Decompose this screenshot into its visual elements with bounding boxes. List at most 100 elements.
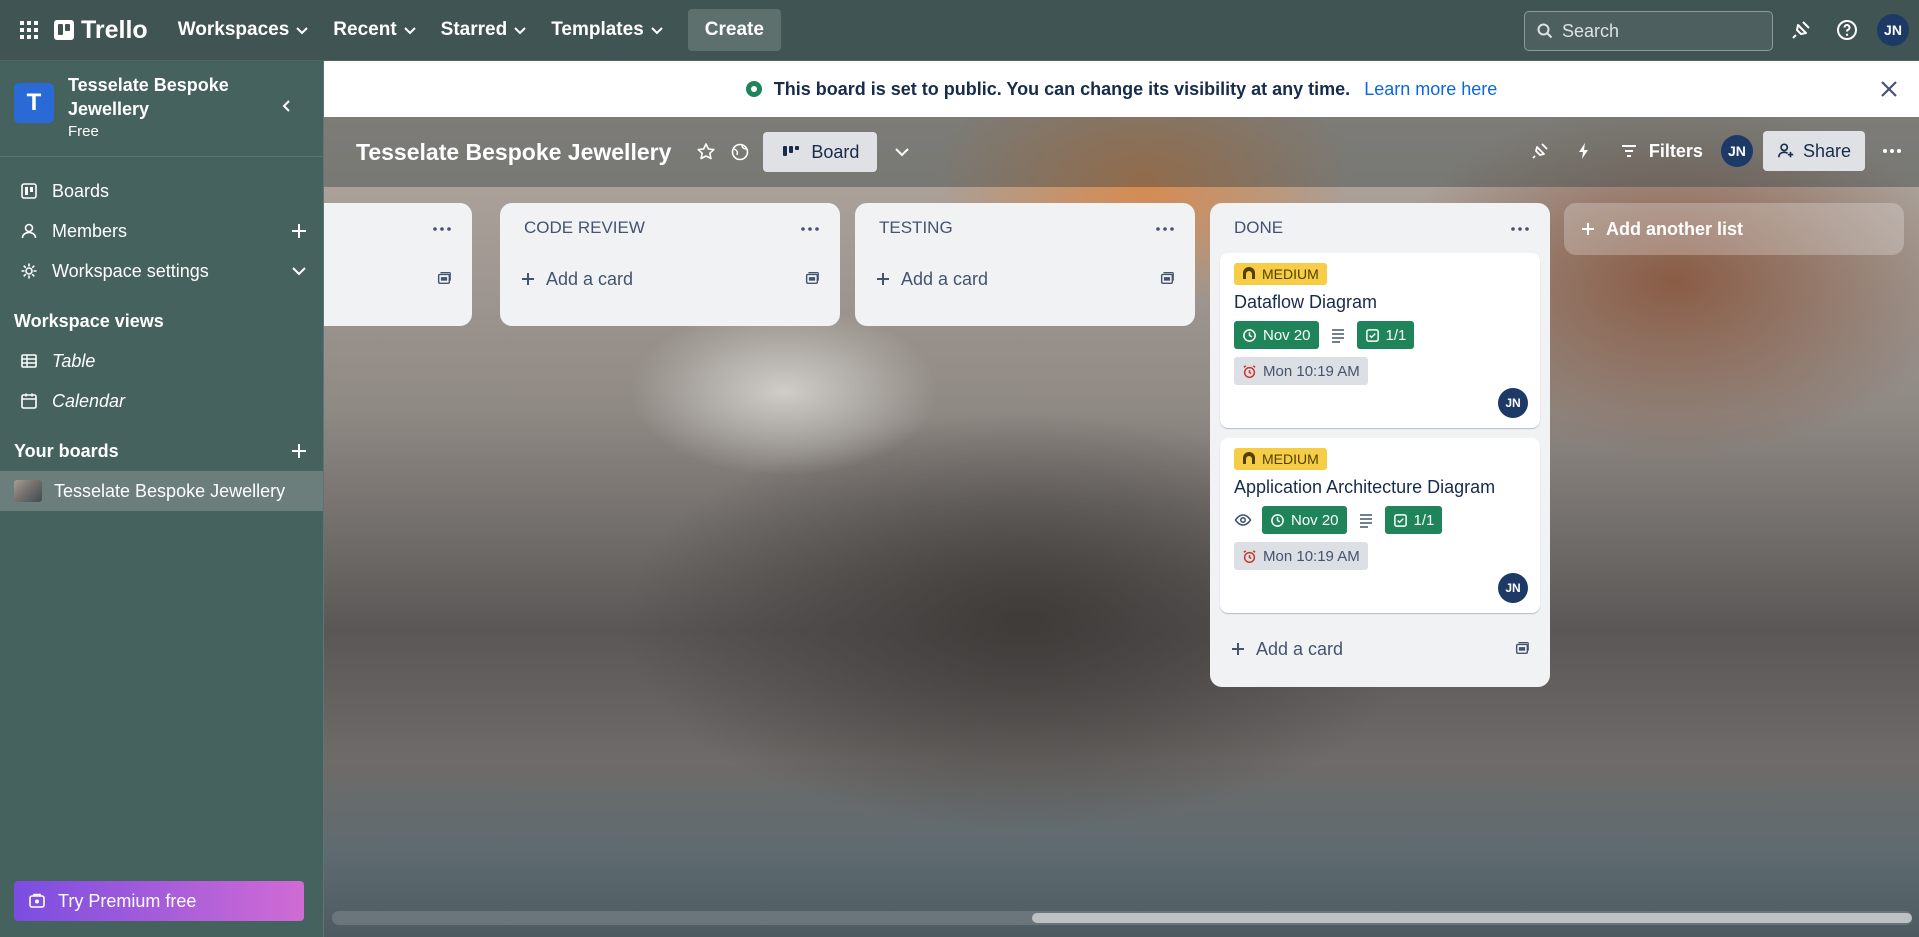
sidebar-item-boards[interactable]: Boards [0, 171, 323, 211]
horizontal-scrollbar[interactable] [332, 911, 1912, 925]
card-member-avatar[interactable]: JN [1498, 388, 1528, 418]
board-member-avatar[interactable]: JN [1720, 135, 1753, 167]
share-button[interactable]: Share [1762, 131, 1865, 171]
list-menu-icon[interactable] [1508, 217, 1532, 241]
description-icon [1331, 329, 1344, 343]
card-template-icon[interactable] [1159, 270, 1175, 286]
add-card-label: Add a card [546, 268, 634, 289]
automation-icon[interactable] [1567, 134, 1601, 168]
workspace-views-heading: Workspace views [14, 310, 164, 331]
add-another-list-button[interactable]: Add another list [1564, 203, 1904, 255]
list-menu-icon[interactable] [798, 217, 822, 241]
calendar-icon [21, 393, 37, 409]
learn-more-link[interactable]: Learn more here [1364, 79, 1497, 100]
menu-recent[interactable]: Recent [321, 11, 428, 49]
menu-starred[interactable]: Starred [429, 11, 540, 49]
card-template-icon[interactable] [436, 270, 452, 286]
card-template-icon[interactable] [804, 270, 820, 286]
help-icon[interactable] [1831, 14, 1863, 46]
checklist-icon [1365, 328, 1379, 342]
list-menu-icon[interactable] [1153, 217, 1177, 241]
board-view-button[interactable]: Board [763, 132, 878, 172]
board-view-icon [783, 146, 800, 156]
close-icon[interactable] [1877, 77, 1901, 101]
add-card-button[interactable]: Add a card [865, 253, 1185, 305]
board-view-label: Board [811, 141, 860, 162]
public-board-banner: This board is set to public. You can cha… [324, 61, 1919, 117]
search-icon [1537, 23, 1553, 39]
more-options-icon[interactable] [1875, 134, 1909, 168]
scrollbar-thumb[interactable] [1032, 913, 1912, 923]
plus-icon [1232, 643, 1244, 655]
filters-button[interactable]: Filters [1611, 141, 1711, 162]
chevron-down-icon [296, 27, 309, 35]
list-header[interactable]: TESTING [865, 203, 1185, 253]
add-person-icon [1777, 143, 1794, 158]
add-list-label: Add another list [1606, 218, 1744, 239]
chevron-down-icon [403, 27, 416, 35]
visibility-globe-icon[interactable] [723, 135, 757, 169]
chevron-down-icon[interactable] [289, 261, 309, 281]
alarm-clock-icon [1243, 364, 1256, 378]
add-member-icon[interactable] [289, 221, 309, 241]
workspace-name[interactable]: Tesselate Bespoke Jewellery [68, 73, 248, 121]
chevron-down-icon[interactable] [885, 135, 919, 169]
card-template-icon[interactable] [1514, 640, 1530, 656]
filter-icon [1621, 145, 1636, 157]
add-card-button[interactable]: Add a card [510, 253, 830, 305]
chevron-down-icon [651, 27, 663, 35]
card-title: Application Architecture Diagram [1234, 477, 1496, 497]
try-premium-button[interactable]: Try Premium free [14, 881, 304, 921]
list-menu-icon[interactable] [430, 217, 454, 241]
boards-icon [21, 183, 37, 199]
due-date-badge[interactable]: Nov 20 [1234, 321, 1319, 349]
add-card-button[interactable]: Add a card [1220, 623, 1540, 675]
priority-label[interactable]: MEDIUM [1234, 263, 1327, 285]
add-card-label: Add a card [901, 268, 989, 289]
sidebar-item-table[interactable]: Table [0, 341, 323, 381]
table-icon [21, 354, 37, 368]
board-canvas: This board is set to public. You can cha… [324, 61, 1919, 937]
search-input[interactable]: Search [1524, 11, 1773, 51]
add-board-icon[interactable] [289, 441, 309, 461]
workspace-plan: Free [68, 123, 99, 140]
add-card-button[interactable] [324, 253, 462, 305]
checklist-icon [1393, 513, 1407, 527]
board-title[interactable]: Tesselate Bespoke Jewellery [356, 139, 671, 166]
list-title: TESTING [879, 218, 953, 237]
priority-label[interactable]: MEDIUM [1234, 448, 1327, 470]
trello-logo[interactable]: Trello [54, 16, 148, 45]
due-date-badge[interactable]: Nov 20 [1262, 506, 1347, 534]
your-boards-heading: Your boards [0, 431, 323, 471]
priority-icon [1243, 267, 1255, 279]
menu-templates[interactable]: Templates [539, 11, 676, 49]
chevron-down-icon [514, 27, 526, 35]
list-code-review: CODE REVIEW Add a card [500, 203, 840, 326]
list-header[interactable]: DONE [1220, 203, 1540, 253]
list-done: DONE MEDIUM Dataflow Diagram Nov 20 1/1 [1210, 203, 1550, 687]
power-ups-icon[interactable] [1523, 134, 1557, 168]
collapse-sidebar-icon[interactable] [272, 91, 302, 121]
notifications-icon[interactable] [1785, 14, 1817, 46]
star-icon[interactable] [689, 135, 723, 169]
sidebar-item-members[interactable]: Members [0, 211, 323, 251]
card-application-architecture-diagram[interactable]: MEDIUM Application Architecture Diagram … [1220, 438, 1540, 613]
reminder-badge: Mon 10:19 AM [1234, 357, 1368, 385]
list-header[interactable]: CODE REVIEW [510, 203, 830, 253]
sidebar-item-label: Boards [52, 180, 110, 201]
sidebar-board-item[interactable]: Tesselate Bespoke Jewellery [0, 471, 323, 511]
your-boards-label: Your boards [14, 440, 119, 461]
card-title: Dataflow Diagram [1234, 292, 1378, 312]
plus-icon [1582, 223, 1594, 235]
card-member-avatar[interactable]: JN [1498, 573, 1528, 603]
app-switcher-icon[interactable] [14, 15, 44, 45]
user-avatar[interactable]: JN [1877, 14, 1909, 46]
due-date-text: Nov 20 [1291, 511, 1339, 529]
card-dataflow-diagram[interactable]: MEDIUM Dataflow Diagram Nov 20 1/1 Mon 1… [1220, 253, 1540, 428]
app-name: Trello [81, 15, 148, 44]
create-button[interactable]: Create [687, 9, 781, 51]
menu-workspaces[interactable]: Workspaces [166, 11, 322, 49]
sidebar-item-calendar[interactable]: Calendar [0, 381, 323, 421]
sidebar-item-workspace-settings[interactable]: Workspace settings [0, 251, 323, 291]
list-title: DONE [1234, 218, 1284, 237]
